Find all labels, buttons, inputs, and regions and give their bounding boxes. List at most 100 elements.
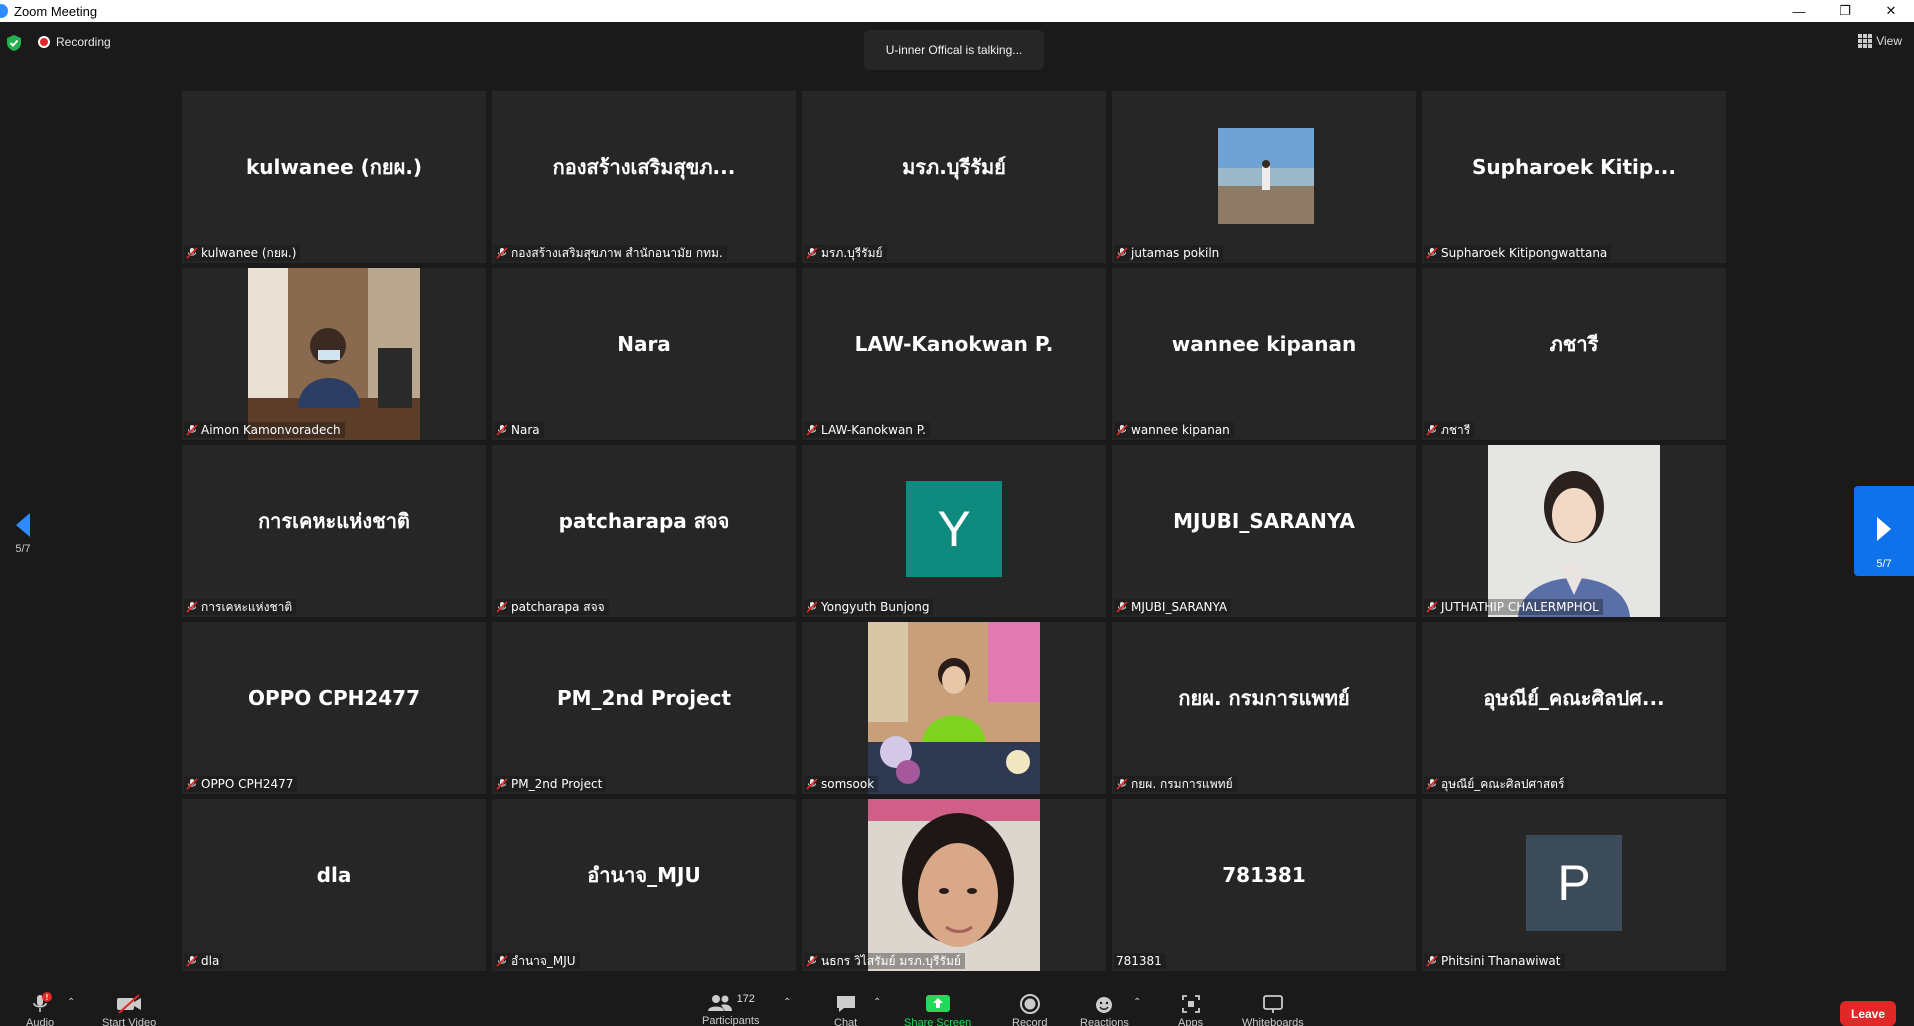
participant-tile[interactable]: MJUBI_SARANYA MJUBI_SARANYA xyxy=(1112,445,1416,617)
participants-options-caret-icon[interactable]: ⌃ xyxy=(783,997,791,1008)
next-page-button[interactable]: 5/7 xyxy=(1854,486,1914,576)
participant-name: ภชารี xyxy=(1441,422,1471,437)
mic-muted-icon xyxy=(1426,601,1438,613)
participant-tile[interactable]: wannee kipanan wannee kipanan xyxy=(1112,268,1416,440)
restore-button[interactable]: ❐ xyxy=(1822,0,1868,22)
apps-icon xyxy=(1181,995,1200,1013)
participant-name-label: JUTHATHIP CHALERMPHOL xyxy=(1424,599,1603,615)
participant-tile[interactable]: dla dla xyxy=(182,799,486,971)
participant-name: Aimon Kamonvoradech xyxy=(201,423,341,437)
right-page-indicator: 5/7 xyxy=(1876,558,1892,570)
previous-page-button[interactable]: 5/7 xyxy=(10,512,36,555)
participant-tile[interactable]: patcharapa สจจ patcharapa สจจ xyxy=(492,445,796,617)
mic-muted-icon xyxy=(186,778,198,790)
participant-tile[interactable]: อำนาจ_MJU อำนาจ_MJU xyxy=(492,799,796,971)
participant-tile[interactable]: Y Yongyuth Bunjong xyxy=(802,445,1106,617)
participant-display-name: อำนาจ_MJU xyxy=(587,863,701,887)
participant-tile[interactable]: somsook xyxy=(802,622,1106,794)
start-video-label: Start Video xyxy=(102,1017,157,1026)
window-controls: — ❐ ✕ xyxy=(1776,0,1914,22)
participant-name: dla xyxy=(201,954,220,968)
participant-tile[interactable]: Supharoek Kitip... Supharoek Kitipongwatt… xyxy=(1422,91,1726,263)
participant-tile[interactable]: Nara Nara xyxy=(492,268,796,440)
participant-tile[interactable]: kulwanee (กยผ.) kulwanee (กยผ.) xyxy=(182,91,486,263)
arrow-left-icon xyxy=(16,513,30,537)
audio-options-caret-icon[interactable]: ⌃ xyxy=(67,997,75,1008)
meeting-status-strip: Recording U-inner Offical is talking... … xyxy=(0,22,1914,70)
audio-warning-badge: ! xyxy=(42,992,52,1002)
avatar: P xyxy=(1526,835,1622,931)
security-shield-icon[interactable] xyxy=(6,34,22,52)
record-button[interactable]: Record xyxy=(1012,993,1047,1026)
participant-name-label: Nara xyxy=(494,422,544,438)
record-icon xyxy=(1019,994,1040,1014)
participant-tile[interactable]: นธกร วิไสรัมย์ มรภ.บุรีรัมย์ xyxy=(802,799,1106,971)
participant-name-label: การเคหะแห่งชาติ xyxy=(184,599,297,615)
participant-tile[interactable]: Aimon Kamonvoradech xyxy=(182,268,486,440)
mic-muted-icon xyxy=(806,424,818,436)
window-title: Zoom Meeting xyxy=(14,3,98,19)
participant-name-label: Phitsini Thanawiwat xyxy=(1424,953,1565,969)
recording-indicator[interactable]: Recording xyxy=(38,35,111,49)
participant-tile[interactable]: การเคหะแห่งชาติ การเคหะแห่งชาติ xyxy=(182,445,486,617)
participant-display-name: อุษณีย์_คณะศิลปศ... xyxy=(1483,686,1665,710)
participant-name: อำนาจ_MJU xyxy=(511,953,576,968)
participant-name-label: PM_2nd Project xyxy=(494,776,607,792)
participant-name-label: wannee kipanan xyxy=(1114,422,1234,438)
participant-tile[interactable]: P Phitsini Thanawiwat xyxy=(1422,799,1726,971)
participants-count: 172 xyxy=(736,993,755,1005)
mic-muted-icon xyxy=(186,601,198,613)
face-photo xyxy=(868,799,1040,971)
participant-name: Supharoek Kitipongwattana xyxy=(1441,246,1608,260)
participant-tile[interactable]: อุษณีย์_คณะศิลปศ... อุษณีย์_คณะศิลปศาสตร์ xyxy=(1422,622,1726,794)
close-button[interactable]: ✕ xyxy=(1868,0,1914,22)
active-speaker-banner: U-inner Offical is talking... xyxy=(864,30,1044,70)
avatar: Y xyxy=(906,481,1002,577)
participant-name: Yongyuth Bunjong xyxy=(821,600,930,614)
reactions-options-caret-icon[interactable]: ⌃ xyxy=(1133,997,1141,1008)
desk-photo xyxy=(868,622,1040,794)
meeting-toolbar: Audio ⌃ Start Video 172 Participants ⌃ C… xyxy=(0,983,1914,1026)
participant-name-label: กองสร้างเสริมสุขภาพ สำนักอนามัย กทม. xyxy=(494,245,727,261)
zoom-app-icon xyxy=(0,4,8,18)
whiteboards-button[interactable]: Whiteboards xyxy=(1242,993,1304,1026)
participant-tile[interactable]: 781381 781381 xyxy=(1112,799,1416,971)
mic-muted-icon xyxy=(186,955,198,967)
participant-name-label: kulwanee (กยผ.) xyxy=(184,245,301,261)
start-video-button[interactable]: Start Video xyxy=(102,993,156,1026)
share-screen-button[interactable]: Share Screen xyxy=(904,993,971,1026)
participant-name: กยผ. กรมการแพทย์ xyxy=(1131,776,1233,791)
participant-tile[interactable]: กองสร้างเสริมสุขภ... กองสร้างเสริมสุขภาพ … xyxy=(492,91,796,263)
participant-tile[interactable]: มรภ.บุรีรัมย์ มรภ.บุรีรัมย์ xyxy=(802,91,1106,263)
mic-muted-icon xyxy=(186,247,198,259)
participant-tile[interactable]: PM_2nd Project PM_2nd Project xyxy=(492,622,796,794)
participant-tile[interactable]: JUTHATHIP CHALERMPHOL xyxy=(1422,445,1726,617)
recording-label: Recording xyxy=(56,35,111,49)
participant-display-name: wannee kipanan xyxy=(1171,332,1357,356)
record-label: Record xyxy=(1012,1017,1048,1026)
participant-display-name: กยผ. กรมการแพทย์ xyxy=(1178,686,1350,710)
participant-name: อุษณีย์_คณะศิลปศาสตร์ xyxy=(1441,776,1565,791)
reactions-button[interactable]: Reactions xyxy=(1080,993,1129,1026)
view-button[interactable]: View xyxy=(1858,34,1902,48)
participant-tile[interactable]: OPPO CPH2477 OPPO CPH2477 xyxy=(182,622,486,794)
participant-tile[interactable]: LAW-Kanokwan P. LAW-Kanokwan P. xyxy=(802,268,1106,440)
participant-tile[interactable]: กยผ. กรมการแพทย์ กยผ. กรมการแพทย์ xyxy=(1112,622,1416,794)
participant-name: LAW-Kanokwan P. xyxy=(821,423,926,437)
leave-button[interactable]: Leave xyxy=(1840,1001,1896,1026)
participant-name: มรภ.บุรีรัมย์ xyxy=(821,245,883,260)
participant-name-label: Supharoek Kitipongwattana xyxy=(1424,245,1612,261)
participant-tile[interactable]: ภชารี ภชารี xyxy=(1422,268,1726,440)
minimize-button[interactable]: — xyxy=(1776,0,1822,22)
participants-button[interactable]: 172 Participants xyxy=(702,993,759,1026)
mic-muted-icon xyxy=(496,424,508,436)
mic-muted-icon xyxy=(496,778,508,790)
chat-button[interactable]: Chat xyxy=(834,993,857,1026)
participant-display-name: Supharoek Kitip... xyxy=(1471,155,1676,179)
participant-name: Nara xyxy=(511,423,540,437)
participant-name: การเคหะแห่งชาติ xyxy=(201,599,293,614)
reactions-label: Reactions xyxy=(1080,1017,1129,1026)
chat-options-caret-icon[interactable]: ⌃ xyxy=(873,997,881,1008)
participant-tile[interactable]: jutamas pokiln xyxy=(1112,91,1416,263)
apps-button[interactable]: Apps xyxy=(1178,993,1203,1026)
